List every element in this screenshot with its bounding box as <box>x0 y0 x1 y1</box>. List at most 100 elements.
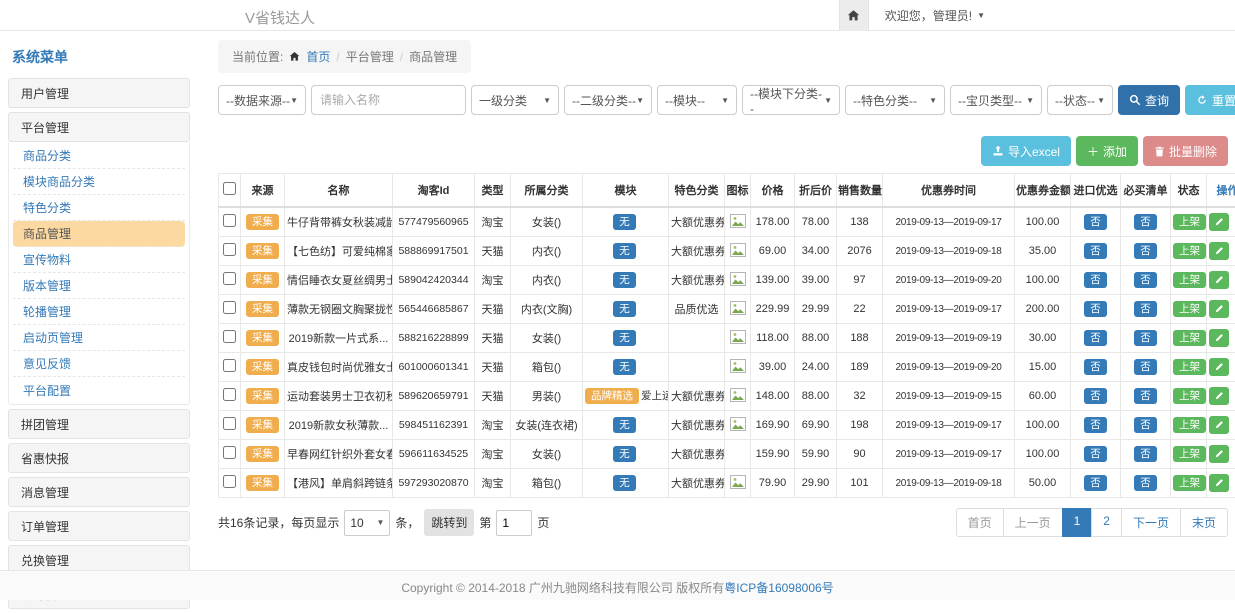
filter-select[interactable]: --模块--▼ <box>657 85 737 115</box>
must-buy-badge[interactable]: 否 <box>1134 446 1157 463</box>
filter-select[interactable]: --状态--▼ <box>1047 85 1113 115</box>
sidebar-item[interactable]: 商品管理 <box>13 221 185 247</box>
status-badge[interactable]: 上架 <box>1173 243 1206 260</box>
import-optional-badge[interactable]: 否 <box>1084 359 1107 376</box>
edit-button[interactable] <box>1209 329 1229 347</box>
must-buy-badge[interactable]: 否 <box>1134 301 1157 318</box>
footer: Copyright © 2014-2018 广州九驰网络科技有限公司 版权所有粤… <box>0 570 1235 600</box>
filter-select[interactable]: --二级分类--▼ <box>564 85 652 115</box>
row-checkbox[interactable] <box>223 330 236 343</box>
status-badge[interactable]: 上架 <box>1173 475 1206 492</box>
import-excel-button[interactable]: 导入excel <box>981 136 1071 166</box>
must-buy-badge[interactable]: 否 <box>1134 475 1157 492</box>
import-optional-badge[interactable]: 否 <box>1084 243 1107 260</box>
sidebar-item[interactable]: 启动页管理 <box>13 325 185 351</box>
import-optional-badge[interactable]: 否 <box>1084 214 1107 231</box>
edit-button[interactable] <box>1209 445 1229 463</box>
row-checkbox[interactable] <box>223 475 236 488</box>
sidebar-item[interactable]: 版本管理 <box>13 273 185 299</box>
sidebar-item[interactable]: 平台配置 <box>13 377 185 403</box>
must-buy-badge[interactable]: 否 <box>1134 214 1157 231</box>
row-checkbox[interactable] <box>223 359 236 372</box>
row-checkbox[interactable] <box>223 446 236 459</box>
import-optional-badge[interactable]: 否 <box>1084 475 1107 492</box>
status-badge[interactable]: 上架 <box>1173 214 1206 231</box>
per-page-select[interactable]: 10 ▼ <box>344 510 390 536</box>
edit-button[interactable] <box>1209 358 1229 376</box>
edit-button[interactable] <box>1209 242 1229 260</box>
cell-price: 178.00 <box>751 207 795 237</box>
user-menu[interactable]: 欢迎您，管理员! ▼ <box>885 7 985 24</box>
jump-button[interactable]: 跳转到 <box>424 509 474 536</box>
must-buy-badge[interactable]: 否 <box>1134 243 1157 260</box>
page-button[interactable]: 2 <box>1091 508 1122 537</box>
row-checkbox[interactable] <box>223 417 236 430</box>
import-optional-badge[interactable]: 否 <box>1084 330 1107 347</box>
row-checkbox[interactable] <box>223 243 236 256</box>
jump-page-input[interactable] <box>496 510 532 536</box>
status-badge[interactable]: 上架 <box>1173 272 1206 289</box>
batch-delete-button[interactable]: 批量删除 <box>1143 136 1228 166</box>
row-checkbox[interactable] <box>223 272 236 285</box>
must-buy-badge[interactable]: 否 <box>1134 272 1157 289</box>
page-button[interactable]: 上一页 <box>1003 508 1063 537</box>
sidebar-group-header[interactable]: 用户管理 <box>8 78 190 108</box>
filter-select[interactable]: --模块下分类--▼ <box>742 85 840 115</box>
edit-button[interactable] <box>1209 387 1229 405</box>
status-badge[interactable]: 上架 <box>1173 301 1206 318</box>
cell-type: 天猫 <box>475 295 511 324</box>
edit-button[interactable] <box>1209 213 1229 231</box>
import-optional-badge[interactable]: 否 <box>1084 446 1107 463</box>
sidebar-group-header[interactable]: 订单管理 <box>8 511 190 541</box>
row-checkbox[interactable] <box>223 214 236 227</box>
home-button[interactable] <box>839 0 869 31</box>
sidebar-group-header[interactable]: 省惠快报 <box>8 443 190 473</box>
sidebar-item[interactable]: 宣传物料 <box>13 247 185 273</box>
import-optional-badge[interactable]: 否 <box>1084 388 1107 405</box>
page-button[interactable]: 末页 <box>1180 508 1228 537</box>
must-buy-badge[interactable]: 否 <box>1134 359 1157 376</box>
sidebar-item[interactable]: 特色分类 <box>13 195 185 221</box>
must-buy-badge[interactable]: 否 <box>1134 330 1157 347</box>
must-buy-badge[interactable]: 否 <box>1134 388 1157 405</box>
add-button[interactable]: ＋ 添加 <box>1076 136 1138 166</box>
import-optional-badge[interactable]: 否 <box>1084 417 1107 434</box>
import-optional-badge[interactable]: 否 <box>1084 301 1107 318</box>
edit-button[interactable] <box>1209 474 1229 492</box>
breadcrumb-home-link[interactable]: 首页 <box>306 48 330 65</box>
row-checkbox[interactable] <box>223 301 236 314</box>
import-optional-badge[interactable]: 否 <box>1084 272 1107 289</box>
icp-link[interactable]: 粤ICP备16098006号 <box>724 579 833 596</box>
page-button[interactable]: 下一页 <box>1121 508 1181 537</box>
filter-select[interactable]: 一级分类▼ <box>471 85 559 115</box>
reset-button[interactable]: 重置 <box>1185 85 1235 115</box>
sidebar-item[interactable]: 意见反馈 <box>13 351 185 377</box>
filter-select[interactable]: --特色分类--▼ <box>845 85 945 115</box>
sidebar-group-header[interactable]: 消息管理 <box>8 477 190 507</box>
row-checkbox[interactable] <box>223 388 236 401</box>
sidebar-group-header[interactable]: 拼团管理 <box>8 409 190 439</box>
sidebar-item[interactable]: 轮播管理 <box>13 299 185 325</box>
select-all-checkbox[interactable] <box>223 182 236 195</box>
filter-source-select[interactable]: --数据来源-- ▼ <box>218 85 306 115</box>
edit-button[interactable] <box>1209 300 1229 318</box>
sidebar-group-header[interactable]: 平台管理 <box>8 112 190 142</box>
status-badge[interactable]: 上架 <box>1173 359 1206 376</box>
must-buy-badge[interactable]: 否 <box>1134 417 1157 434</box>
status-badge[interactable]: 上架 <box>1173 446 1206 463</box>
name-search-input[interactable] <box>311 85 466 115</box>
status-badge[interactable]: 上架 <box>1173 417 1206 434</box>
module-extra-text: 爱上运动 <box>641 390 669 402</box>
cell-price: 169.90 <box>751 411 795 440</box>
sidebar-item[interactable]: 商品分类 <box>13 143 185 169</box>
cell-module: 无 <box>583 295 669 324</box>
query-button[interactable]: 查询 <box>1118 85 1180 115</box>
filter-select[interactable]: --宝贝类型--▼ <box>950 85 1042 115</box>
status-badge[interactable]: 上架 <box>1173 388 1206 405</box>
page-button[interactable]: 1 <box>1062 508 1093 537</box>
edit-button[interactable] <box>1209 416 1229 434</box>
page-button[interactable]: 首页 <box>956 508 1004 537</box>
sidebar-item[interactable]: 模块商品分类 <box>13 169 185 195</box>
edit-button[interactable] <box>1209 271 1229 289</box>
status-badge[interactable]: 上架 <box>1173 330 1206 347</box>
